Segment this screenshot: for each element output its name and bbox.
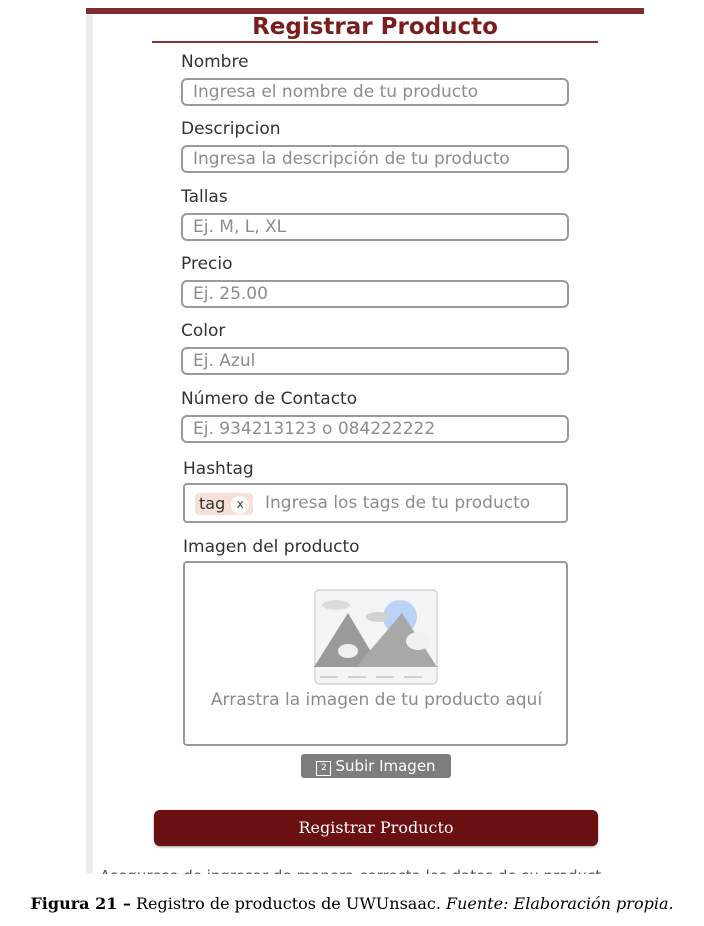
tag-remove-icon[interactable]: x <box>231 496 250 514</box>
upload-image-button[interactable]: 2 Subir Imagen <box>301 754 451 778</box>
contact-number-input[interactable] <box>181 415 569 443</box>
color-input[interactable] <box>181 347 569 375</box>
title-divider <box>152 41 598 43</box>
contact-number-label: Número de Contacto <box>181 389 358 409</box>
upload-image-label: Subir Imagen <box>335 757 436 775</box>
hashtag-field[interactable]: tag x <box>183 483 568 523</box>
description-label: Descripcion <box>181 119 281 139</box>
image-label: Imagen del producto <box>183 537 360 557</box>
upload-icon: 2 <box>316 761 332 776</box>
sizes-label: Tallas <box>181 187 228 207</box>
name-label: Nombre <box>181 52 249 72</box>
panel-left-edge <box>86 8 93 874</box>
price-input[interactable] <box>181 280 569 308</box>
name-input[interactable] <box>181 78 569 106</box>
description-input[interactable] <box>181 145 569 173</box>
image-placeholder-icon <box>314 589 438 685</box>
register-product-button[interactable]: Registrar Producto <box>154 810 598 846</box>
hashtag-label: Hashtag <box>183 459 254 479</box>
drop-zone-text: Arrastra la imagen de tu producto aquí <box>210 690 543 710</box>
price-label: Precio <box>181 254 233 274</box>
tag-chip: tag x <box>195 493 254 515</box>
helper-note: Asegurese de ingresar de manera correcta… <box>100 862 644 874</box>
page-title: Registrar Producto <box>252 14 498 40</box>
color-label: Color <box>181 321 226 341</box>
caption-figure-number: Figura 21 – <box>30 894 131 913</box>
sizes-input[interactable] <box>181 213 569 241</box>
hashtag-input[interactable] <box>265 491 555 515</box>
caption-source: Fuente: Elaboración propia. <box>446 894 674 913</box>
figure-caption: Figura 21 – Registro de productos de UWU… <box>0 894 704 913</box>
image-drop-zone[interactable]: Arrastra la imagen de tu producto aquí <box>183 561 568 746</box>
tag-chip-label: tag <box>199 494 226 513</box>
caption-text: Registro de productos de UWUnsaac. <box>130 894 446 913</box>
